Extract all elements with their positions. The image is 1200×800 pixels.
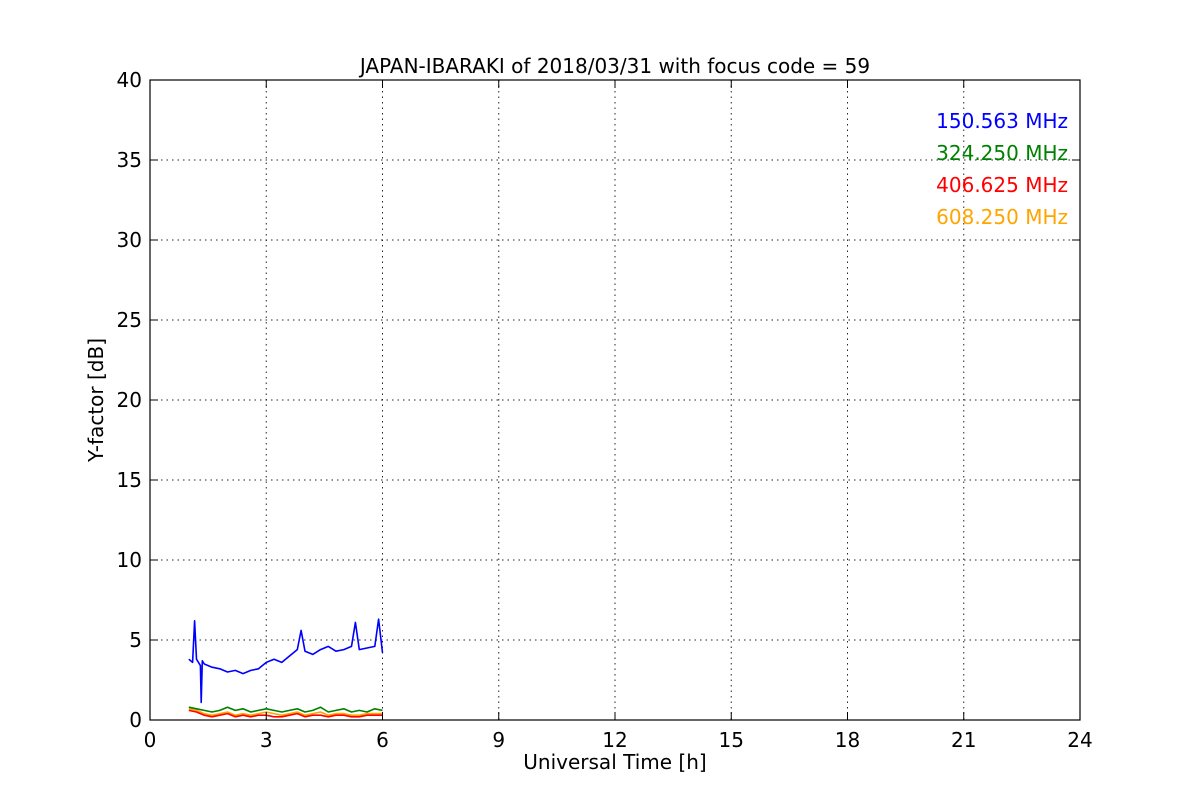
x-tick-label: 21 bbox=[951, 728, 976, 752]
x-tick-label: 15 bbox=[719, 728, 744, 752]
y-tick-label: 25 bbox=[117, 308, 142, 332]
legend-entry: 406.625 MHz bbox=[936, 173, 1068, 197]
chart-title: JAPAN-IBARAKI of 2018/03/31 with focus c… bbox=[358, 54, 870, 78]
y-tick-label: 35 bbox=[117, 148, 142, 172]
x-tick-label: 18 bbox=[835, 728, 860, 752]
line-chart: 0 3 6 9 12 15 18 21 24 0 5 10 15 20 25 30 35 40 JAPAN-IBA… bbox=[0, 0, 1200, 800]
x-axis-label: Universal Time [h] bbox=[523, 750, 706, 774]
y-tick-label: 5 bbox=[129, 628, 142, 652]
x-tick-label: 24 bbox=[1067, 728, 1092, 752]
x-tick-label: 3 bbox=[260, 728, 273, 752]
x-tick-label: 6 bbox=[376, 728, 389, 752]
x-tick-label: 0 bbox=[144, 728, 157, 752]
y-tick-label: 10 bbox=[117, 548, 142, 572]
legend-entry: 608.250 MHz bbox=[936, 205, 1068, 229]
y-axis-label: Y-factor [dB] bbox=[84, 338, 108, 463]
chart-container: 0 3 6 9 12 15 18 21 24 0 5 10 15 20 25 30 35 40 JAPAN-IBA… bbox=[0, 0, 1200, 800]
x-tick-label: 9 bbox=[492, 728, 505, 752]
y-tick-label: 30 bbox=[117, 228, 142, 252]
y-tick-label: 15 bbox=[117, 468, 142, 492]
y-tick-label: 40 bbox=[117, 68, 142, 92]
legend-entry: 324.250 MHz bbox=[936, 141, 1068, 165]
legend-entry: 150.563 MHz bbox=[936, 109, 1068, 133]
x-tick-label: 12 bbox=[602, 728, 627, 752]
y-tick-label: 20 bbox=[117, 388, 142, 412]
y-tick-label: 0 bbox=[129, 708, 142, 732]
